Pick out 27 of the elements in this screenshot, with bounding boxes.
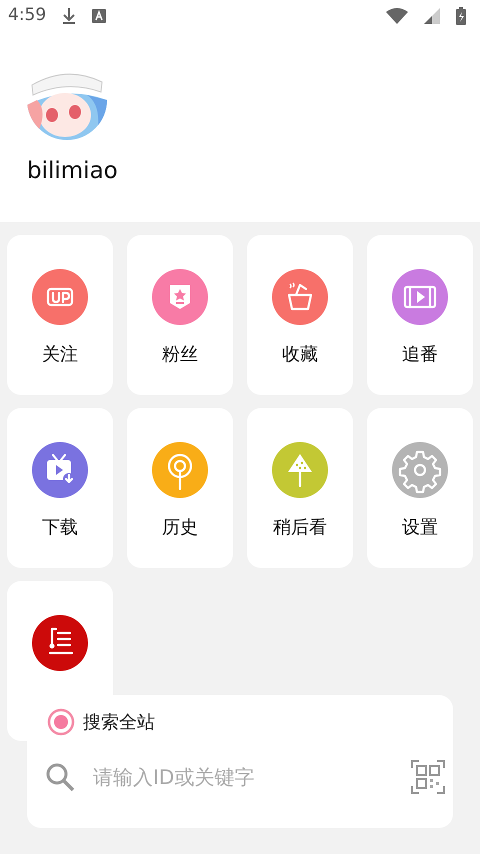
clock-time: 4:59 <box>8 4 46 28</box>
menu-tile[interactable]: 稍后看 <box>247 408 353 568</box>
search-scope-radio[interactable]: 搜索全站 <box>47 708 155 736</box>
gear-icon <box>392 442 448 498</box>
menu-tile[interactable]: 粉丝 <box>127 235 233 395</box>
qr-scan-icon[interactable] <box>411 760 445 794</box>
menu-tile[interactable]: 下载 <box>7 408 113 568</box>
signal-icon <box>424 8 440 24</box>
username: bilimiao <box>27 157 119 186</box>
battery-icon <box>456 7 466 25</box>
menu-tile[interactable]: 收藏 <box>247 235 353 395</box>
target-icon <box>152 442 208 498</box>
menu-tile[interactable]: 关注 <box>7 235 113 395</box>
menu-tile[interactable]: 追番 <box>367 235 473 395</box>
menu-tile[interactable]: 设置 <box>367 408 473 568</box>
download-icon <box>62 7 76 25</box>
tv-download-icon <box>32 442 88 498</box>
watermelon-popsicle-icon <box>272 442 328 498</box>
search-field[interactable]: 请输入ID或关键字 <box>91 761 381 793</box>
menu-tile[interactable]: 历史 <box>127 408 233 568</box>
bucket-icon <box>272 269 328 325</box>
keyboard-icon <box>92 9 106 23</box>
film-play-icon <box>392 269 448 325</box>
music-list-icon <box>32 615 88 671</box>
wifi-icon <box>386 8 408 24</box>
search-icon[interactable] <box>45 762 75 792</box>
up-badge-icon <box>32 269 88 325</box>
